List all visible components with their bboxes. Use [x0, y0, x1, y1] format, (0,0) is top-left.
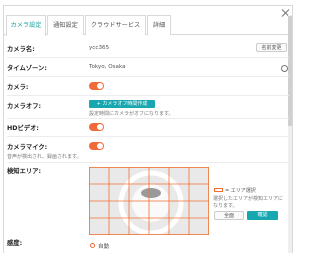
- settings-dialog: カメラ設定 通知設定 クラウドサービス 詳細 カメラ名: ycc365 名前変更…: [3, 5, 293, 253]
- rename-button[interactable]: 名前変更: [256, 43, 287, 52]
- auto-option-label: 自動: [98, 244, 110, 250]
- tab-notification-settings[interactable]: 通知設定: [47, 15, 84, 35]
- area-select-note-2: なります。: [213, 203, 238, 209]
- tab-bar: カメラ設定 通知設定 クラウドサービス 詳細: [4, 15, 292, 36]
- confirm-button[interactable]: 確認: [247, 211, 278, 220]
- globe-icon[interactable]: [281, 65, 288, 72]
- camera-mic-label: カメラマイク:: [7, 144, 48, 151]
- camera-mic-toggle[interactable]: [89, 142, 104, 150]
- camera-mic-note: 音声が検出され、録画されます。: [7, 154, 82, 160]
- tab-details[interactable]: 詳細: [147, 15, 171, 35]
- sensitivity-label: 感度:: [7, 240, 23, 247]
- hd-video-toggle[interactable]: [89, 123, 104, 131]
- divider: [7, 76, 289, 77]
- timezone-value: Tokyo, Osaka: [89, 64, 126, 70]
- camera-off-label: カメラオフ:: [7, 103, 42, 110]
- detection-area-label: 検知エリア:: [7, 168, 42, 175]
- divider: [7, 162, 289, 163]
- create-off-schedule-button[interactable]: + カメラオフ時間作成: [89, 100, 155, 108]
- tab-cloud-service[interactable]: クラウドサービス: [85, 15, 146, 35]
- area-select-note-1: 選択したエリアが検知エリアに: [213, 196, 284, 202]
- camera-label: カメラ:: [7, 84, 29, 91]
- camera-name-label: カメラ名:: [7, 46, 35, 53]
- auto-radio[interactable]: [90, 243, 95, 248]
- tab-camera-settings[interactable]: カメラ設定: [6, 15, 46, 36]
- area-select-swatch: [214, 188, 223, 192]
- camera-off-note: 設定時間にカメラがオフになります。: [89, 111, 174, 117]
- divider: [7, 95, 289, 96]
- divider: [7, 57, 289, 58]
- select-all-button[interactable]: 全面: [214, 211, 244, 220]
- camera-name-value: ycc365: [89, 45, 110, 51]
- area-select-legend: = エリア選択: [225, 188, 256, 194]
- divider: [7, 136, 289, 137]
- camera-toggle[interactable]: [89, 82, 104, 90]
- hd-video-label: HDビデオ:: [7, 125, 39, 132]
- detection-grid[interactable]: [89, 167, 209, 235]
- divider: [7, 118, 289, 119]
- scrollbar-thumb[interactable]: [288, 16, 292, 126]
- timezone-label: タイムゾーン:: [7, 65, 47, 72]
- detection-area-preview[interactable]: [89, 167, 209, 235]
